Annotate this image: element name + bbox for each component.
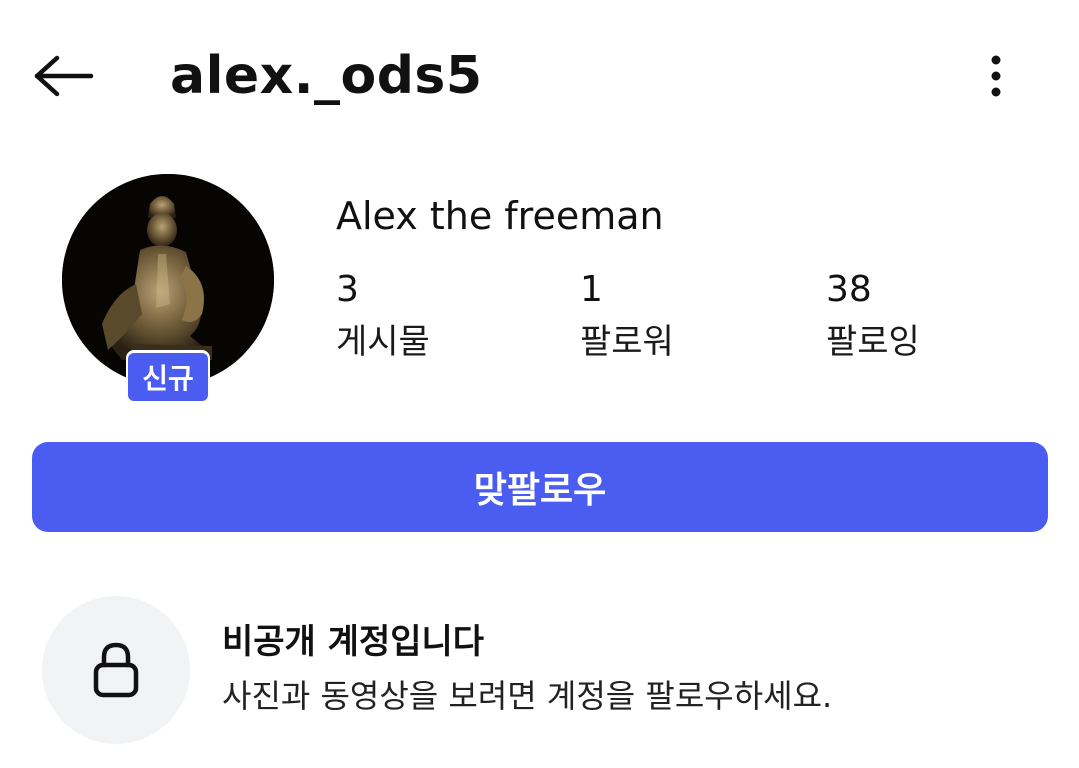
stat-followers-count: 1 (580, 269, 603, 310)
more-options-button[interactable] (968, 48, 1024, 104)
stat-posts-count: 3 (336, 269, 359, 310)
display-name: Alex the freeman (336, 194, 664, 238)
profile-username: alex._ods5 (170, 46, 483, 106)
stat-following-label: 팔로잉 (826, 322, 920, 362)
private-account-description: 사진과 동영상을 보려면 계정을 팔로우하세요. (222, 677, 833, 715)
new-badge: 신규 (126, 350, 210, 404)
private-account-title: 비공개 계정입니다 (222, 622, 485, 662)
stat-followers[interactable]: 1 팔로워 (580, 268, 674, 364)
new-badge-label: 신규 (128, 353, 208, 401)
stat-posts-label: 게시물 (336, 322, 430, 362)
avatar-container[interactable]: 신규 (62, 174, 274, 404)
stat-following-count: 38 (826, 269, 872, 310)
stat-posts[interactable]: 3 게시물 (336, 268, 430, 364)
profile-page: alex._ods5 신규 Alex the freeman 3 게시물 1 팔… (0, 0, 1079, 768)
lock-icon (93, 642, 139, 698)
follow-back-button[interactable]: 맞팔로우 (32, 442, 1048, 532)
stat-following[interactable]: 38 팔로잉 (826, 268, 920, 364)
lock-icon-container (42, 596, 190, 744)
stat-followers-label: 팔로워 (580, 322, 674, 362)
arrow-left-icon (34, 55, 94, 97)
vertical-ellipsis-icon (991, 55, 1001, 97)
back-button[interactable] (28, 46, 98, 106)
